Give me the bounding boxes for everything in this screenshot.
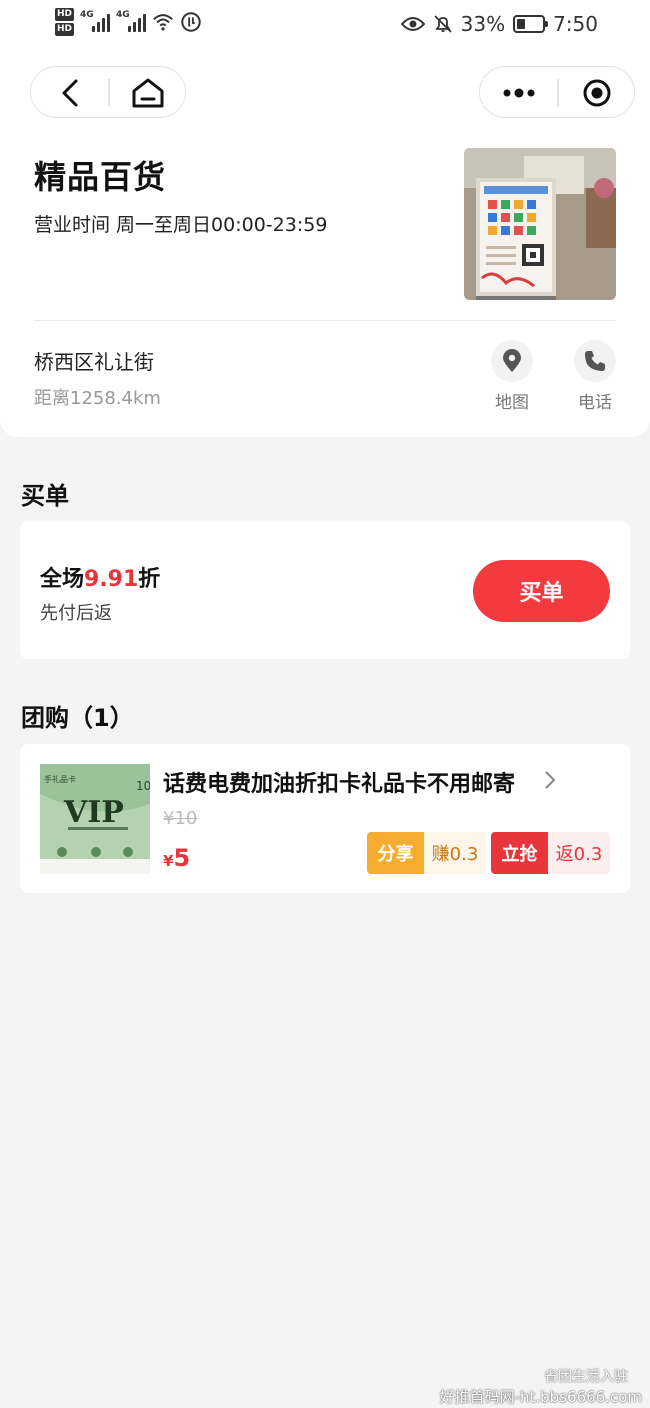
deal-thumbnail: 手礼品卡 10 VIP (40, 764, 150, 874)
original-price: ¥10 (163, 808, 198, 829)
deal-card[interactable]: 手礼品卡 10 VIP 话费电费加油折扣卡礼品卡不用邮寄 ¥10 ¥5 分享 赚… (20, 744, 630, 893)
status-bar: HD HD 4G 4G 33% 7:50 (0, 0, 650, 52)
nav-capsule-right (479, 66, 635, 118)
offer-text: 全场9.91折 (40, 561, 160, 593)
data-saver-icon (181, 12, 201, 32)
eye-icon (400, 17, 425, 31)
store-distance: 距离1258.4km (34, 388, 161, 409)
location-pin-icon (503, 349, 521, 372)
group-section-title: 团购（1） (21, 704, 134, 732)
return-badge: 返0.3 (548, 832, 610, 874)
deal-title: 话费电费加油折扣卡礼品卡不用邮寄 (163, 772, 516, 797)
signal-icon: 4G (80, 8, 111, 32)
offer-prefix: 全场 (40, 567, 85, 592)
store-photo-image (464, 148, 616, 300)
clock: 7:50 (553, 12, 598, 36)
pay-offer-card: 全场9.91折 先付后返 买单 (20, 521, 630, 659)
wifi-icon (153, 14, 173, 31)
watermark-line1: 省团生活入驻 (544, 1369, 628, 1385)
home-button[interactable] (109, 67, 187, 119)
offer-suffix: 折 (138, 567, 161, 592)
watermark-line2: 好推首码网-ht.bbs6666.com (439, 1388, 642, 1406)
phone-icon (585, 351, 605, 371)
business-hours: 营业时间 周一至周日00:00-23:59 (34, 214, 328, 236)
more-dots-icon (503, 88, 535, 98)
offer-subtitle: 先付后返 (40, 603, 112, 624)
close-miniprogram-button[interactable] (558, 67, 636, 119)
store-photo[interactable] (464, 148, 616, 300)
network-type: 4G (116, 10, 130, 20)
grab-button[interactable]: 立抢 (491, 832, 548, 874)
hd-icon: HD (55, 8, 75, 21)
price-currency: ¥ (163, 852, 174, 870)
battery-percent: 33% (460, 12, 506, 36)
chevron-right-icon (545, 771, 556, 789)
divider (34, 320, 616, 321)
card-vip-text: VIP (63, 795, 124, 830)
card-value-text: 10 (136, 779, 150, 793)
network-type: 4G (80, 10, 94, 20)
status-right: 33% 7:50 (400, 12, 598, 36)
price-value: 5 (173, 844, 191, 872)
share-button[interactable]: 分享 (367, 832, 424, 874)
back-arrow-icon (62, 79, 78, 107)
pay-button[interactable]: 买单 (473, 560, 610, 622)
phone-button[interactable]: 电话 (565, 340, 625, 413)
more-button[interactable] (480, 67, 558, 119)
phone-label: 电话 (578, 393, 612, 413)
vip-card-image: 手礼品卡 10 VIP (40, 764, 150, 874)
map-label: 地图 (495, 393, 529, 413)
earn-badge: 赚0.3 (424, 832, 486, 874)
battery-icon (513, 15, 549, 33)
target-icon (583, 79, 611, 107)
store-name: 精品百货 (34, 158, 167, 196)
hd-icon: HD (55, 23, 75, 36)
back-button[interactable] (31, 67, 109, 119)
hd-indicators: HD HD (55, 8, 75, 36)
mute-bell-icon (433, 15, 452, 33)
pay-section-title: 买单 (21, 482, 69, 510)
home-icon (132, 78, 164, 108)
signal-icon: 4G (116, 8, 147, 32)
store-address: 桥西区礼让街 (34, 350, 154, 374)
nav-capsule-left (30, 66, 186, 118)
map-button[interactable]: 地图 (482, 340, 542, 413)
card-corner-text: 手礼品卡 (44, 774, 76, 784)
phone-icon-circle (574, 340, 616, 382)
deal-price: ¥5 (163, 844, 190, 872)
status-left: HD HD 4G 4G (55, 8, 202, 36)
offer-discount: 9.91 (84, 567, 139, 592)
map-icon-circle (491, 340, 533, 382)
